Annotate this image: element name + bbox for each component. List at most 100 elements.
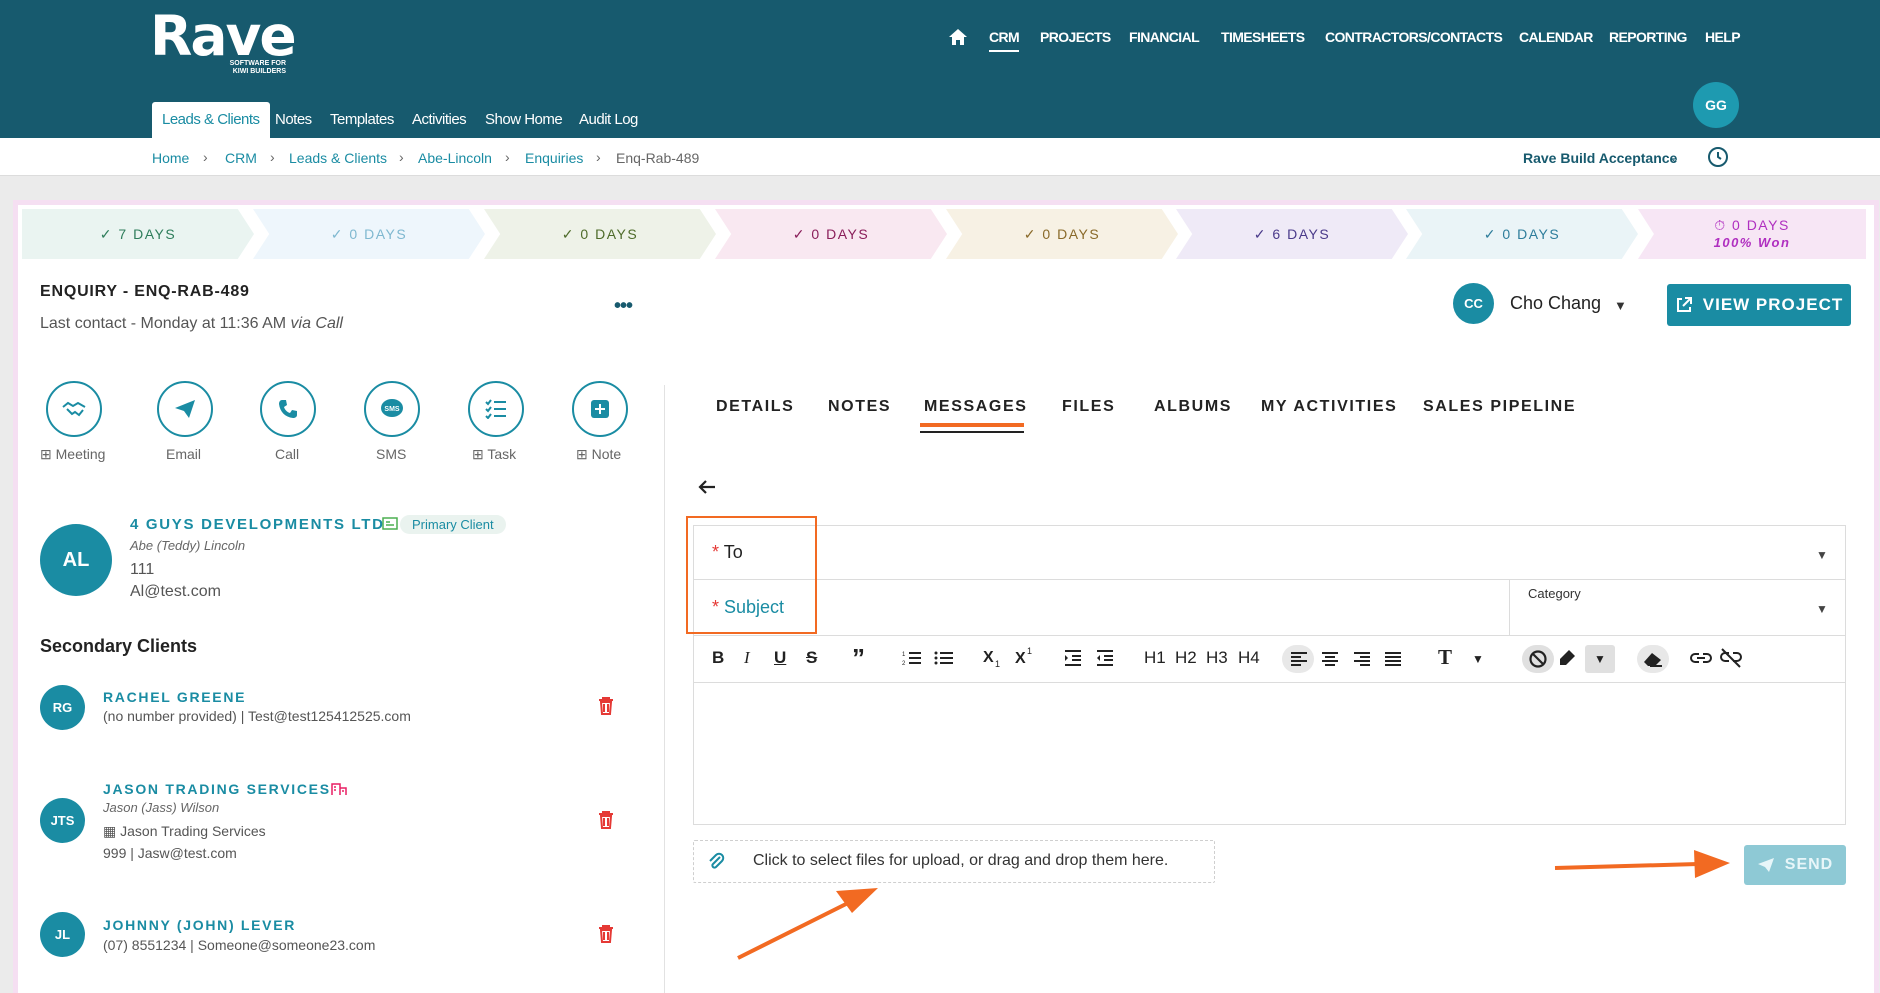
nav-help[interactable]: HELP: [1705, 29, 1741, 45]
meeting-button[interactable]: [46, 381, 102, 437]
check-icon: ✓: [99, 226, 119, 242]
nav-financial[interactable]: FINANCIAL: [1129, 29, 1200, 45]
owner-avatar[interactable]: CC: [1453, 283, 1494, 324]
highlighter-icon[interactable]: [1557, 648, 1577, 668]
secondary-client-avatar: RG: [40, 685, 85, 730]
nav-timesheets[interactable]: TIMESHEETS: [1221, 29, 1305, 45]
svg-text:1: 1: [902, 652, 906, 658]
strikethrough-button[interactable]: S: [806, 648, 817, 668]
ordered-list-icon[interactable]: 12: [902, 650, 922, 666]
to-dropdown-icon[interactable]: ▼: [1816, 548, 1828, 562]
back-arrow-icon[interactable]: [697, 478, 717, 496]
subscript-icon[interactable]: X1: [983, 648, 1003, 668]
subtab-templates[interactable]: Templates: [330, 102, 394, 138]
secondary-client-name[interactable]: RACHEL GREENE: [103, 689, 246, 705]
category-dropdown-icon[interactable]: ▼: [1816, 602, 1828, 616]
indent-icon[interactable]: [1064, 650, 1082, 666]
text-format-dropdown-icon[interactable]: ▼: [1472, 652, 1484, 666]
superscript-icon[interactable]: X1: [1015, 646, 1035, 666]
pipeline-stage[interactable]: ⏱ 0 DAYS 100% Won: [1638, 209, 1866, 259]
bold-button[interactable]: B: [712, 648, 724, 668]
enquiry-title: ENQUIRY - ENQ-RAB-489: [40, 283, 250, 300]
nav-projects[interactable]: PROJECTS: [1040, 29, 1111, 45]
subtab-audit-log[interactable]: Audit Log: [579, 102, 638, 138]
chevron-down-icon[interactable]: ⌄: [1670, 152, 1679, 165]
pipeline-stage[interactable]: ✓ 0 DAYS: [715, 209, 947, 259]
more-options-icon[interactable]: •••: [614, 295, 633, 318]
sms-button[interactable]: SMS: [364, 381, 420, 437]
link-icon[interactable]: [1690, 650, 1712, 666]
subtab-leads-clients[interactable]: Leads & Clients: [152, 102, 270, 138]
secondary-client-name[interactable]: JASON TRADING SERVICES: [103, 781, 331, 797]
tab-messages[interactable]: MESSAGES: [924, 398, 1028, 416]
no-color-icon[interactable]: [1528, 649, 1548, 669]
heading-4-button[interactable]: H4: [1238, 648, 1260, 668]
nav-calendar[interactable]: CALENDAR: [1519, 29, 1593, 45]
trash-icon[interactable]: [598, 925, 614, 943]
subtab-activities[interactable]: Activities: [412, 102, 467, 138]
trash-icon[interactable]: [598, 811, 614, 829]
rave-logo[interactable]: Rave: [150, 8, 297, 64]
pipeline-stage[interactable]: ✓ 0 DAYS: [946, 209, 1178, 259]
tab-files[interactable]: FILES: [1062, 398, 1115, 416]
breadcrumb-crm[interactable]: CRM: [225, 150, 257, 166]
align-right-icon[interactable]: [1353, 651, 1371, 667]
breadcrumb-current: Enq-Rab-489: [616, 150, 700, 166]
view-project-button[interactable]: VIEW PROJECT: [1667, 284, 1851, 326]
task-button[interactable]: [468, 381, 524, 437]
nav-contractors-contacts[interactable]: CONTRACTORS/CONTACTS: [1325, 29, 1503, 45]
secondary-client-company: Jason Trading Services: [120, 823, 266, 839]
to-field[interactable]: [693, 525, 1846, 580]
subtab-notes[interactable]: Notes: [275, 102, 312, 138]
outdent-icon[interactable]: [1096, 650, 1114, 666]
heading-2-button[interactable]: H2: [1175, 648, 1197, 668]
blockquote-button[interactable]: ”: [852, 643, 865, 674]
company-selector[interactable]: Rave Build Acceptance: [1523, 150, 1677, 166]
email-button[interactable]: [157, 381, 213, 437]
heading-3-button[interactable]: H3: [1206, 648, 1228, 668]
pipeline-stage[interactable]: ✓ 0 DAYS: [253, 209, 485, 259]
svg-text:X: X: [1015, 650, 1026, 666]
clock-icon[interactable]: [1707, 146, 1729, 168]
call-button[interactable]: [260, 381, 316, 437]
meeting-label: Meeting: [55, 446, 106, 462]
trash-icon[interactable]: [598, 697, 614, 715]
owner-name[interactable]: Cho Chang: [1510, 293, 1601, 314]
user-avatar[interactable]: GG: [1693, 82, 1739, 128]
tab-sales-pipeline[interactable]: SALES PIPELINE: [1423, 398, 1576, 416]
note-button[interactable]: [572, 381, 628, 437]
align-left-icon[interactable]: [1290, 651, 1308, 667]
breadcrumb-leads-clients[interactable]: Leads & Clients: [289, 150, 387, 166]
category-label: Category: [1528, 586, 1581, 601]
pipeline-stage[interactable]: ✓ 7 DAYS: [22, 209, 254, 259]
subtab-show-home[interactable]: Show Home: [485, 102, 563, 138]
underline-button[interactable]: U: [774, 648, 786, 668]
send-button[interactable]: SEND: [1744, 845, 1846, 885]
tab-details[interactable]: DETAILS: [716, 398, 794, 416]
tab-albums[interactable]: ALBUMS: [1154, 398, 1232, 416]
highlight-dropdown-icon[interactable]: ▼: [1594, 652, 1606, 666]
tab-my-activities[interactable]: MY ACTIVITIES: [1261, 398, 1397, 416]
unlink-icon[interactable]: [1720, 648, 1742, 668]
italic-button[interactable]: I: [744, 648, 750, 668]
owner-dropdown-icon[interactable]: ▼: [1614, 298, 1627, 313]
nav-crm[interactable]: CRM: [989, 29, 1020, 52]
breadcrumb-enquiries[interactable]: Enquiries: [525, 150, 583, 166]
tab-notes[interactable]: NOTES: [828, 398, 891, 416]
heading-1-button[interactable]: H1: [1144, 648, 1166, 668]
breadcrumb-client[interactable]: Abe-Lincoln: [418, 150, 492, 166]
pipeline-stage[interactable]: ✓ 0 DAYS: [1406, 209, 1638, 259]
breadcrumb-home[interactable]: Home: [152, 150, 189, 166]
align-justify-icon[interactable]: [1384, 651, 1402, 667]
eraser-icon[interactable]: [1642, 650, 1664, 668]
primary-client-name[interactable]: 4 GUYS DEVELOPMENTS LTD: [130, 516, 385, 533]
align-center-icon[interactable]: [1321, 651, 1339, 667]
pipeline-stage[interactable]: ✓ 0 DAYS: [484, 209, 716, 259]
home-icon[interactable]: [948, 28, 968, 46]
nav-reporting[interactable]: REPORTING: [1609, 29, 1687, 45]
text-format-button[interactable]: T: [1438, 645, 1452, 670]
secondary-client-name[interactable]: JOHNNY (JOHN) LEVER: [103, 917, 296, 933]
pipeline-stage[interactable]: ✓ 6 DAYS: [1176, 209, 1408, 259]
message-body-editor[interactable]: [694, 684, 1845, 824]
bullet-list-icon[interactable]: [934, 650, 954, 666]
